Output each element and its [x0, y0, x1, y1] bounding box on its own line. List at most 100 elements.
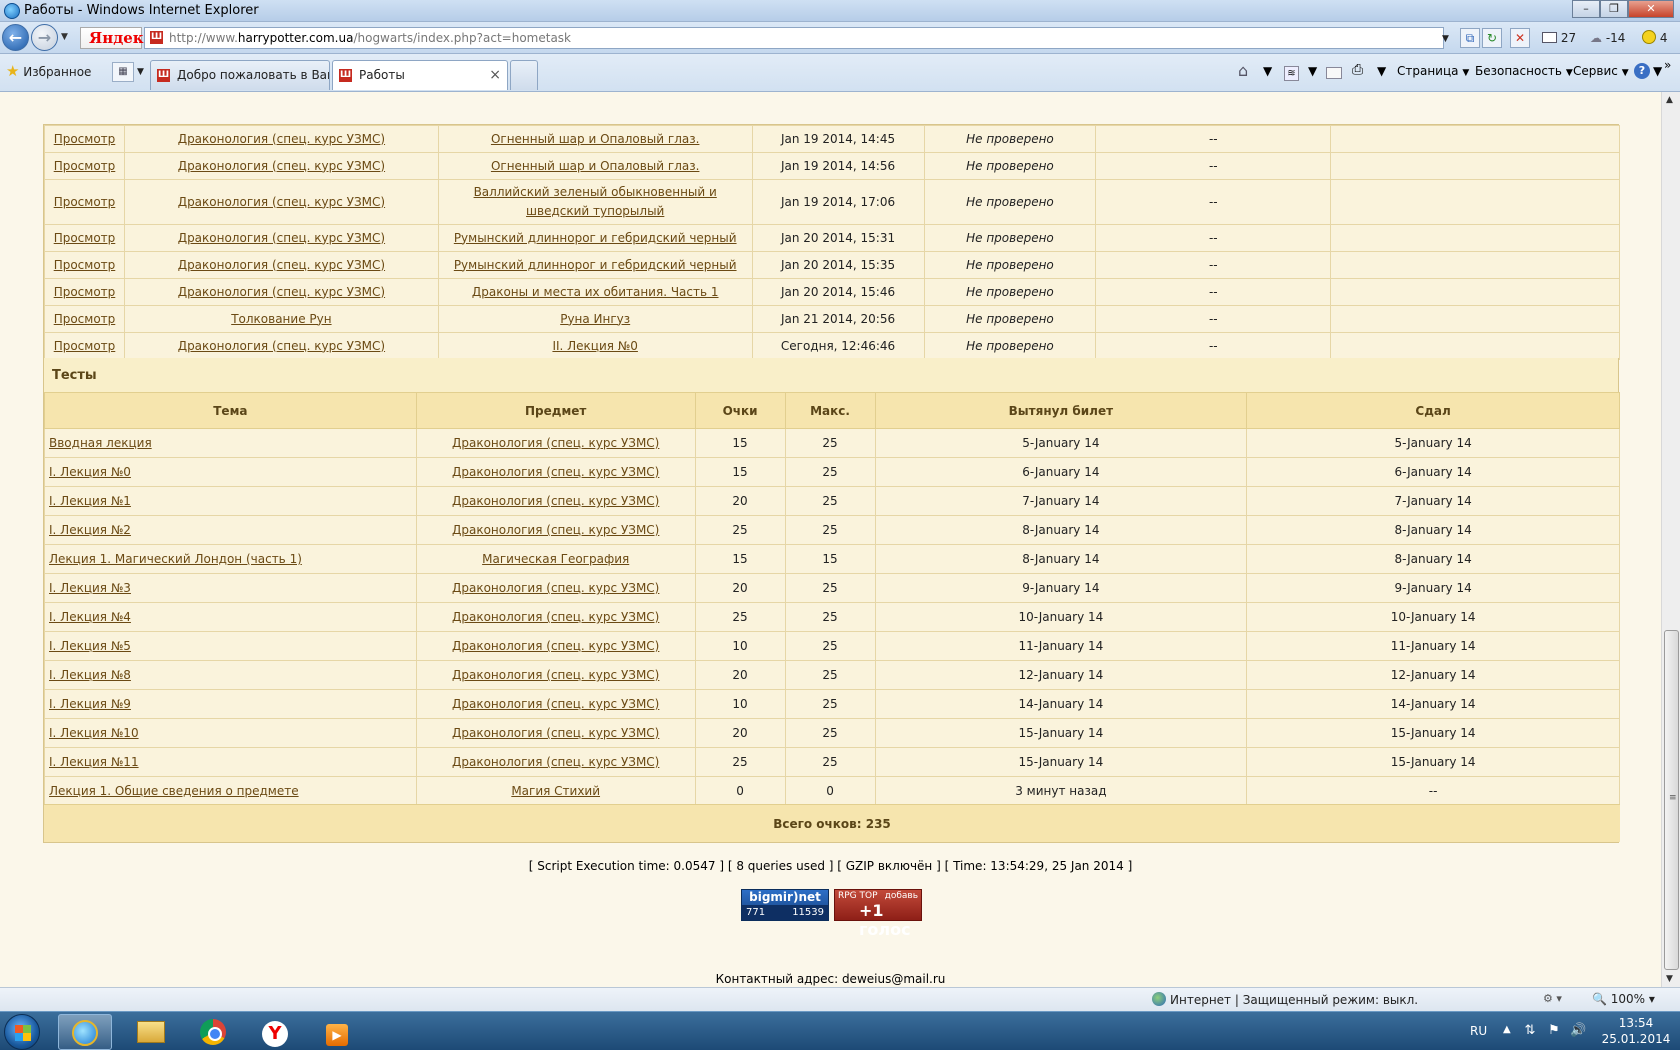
view-link[interactable]: Просмотр	[54, 285, 116, 299]
view-link[interactable]: Просмотр	[54, 312, 116, 326]
test-topic-link[interactable]: I. Лекция №4	[49, 610, 131, 624]
read-mail-icon[interactable]	[1326, 67, 1342, 79]
compat-icon[interactable]: ⧉	[1460, 28, 1480, 48]
yandex-logo[interactable]: Яндекс	[80, 27, 153, 49]
language-indicator[interactable]: RU	[1470, 1024, 1487, 1038]
test-topic-link[interactable]: Лекция 1. Общие сведения о предмете	[49, 784, 299, 798]
security-zone[interactable]: Интернет | Защищенный режим: выкл.	[1152, 992, 1418, 1007]
tools-menu[interactable]: Сервис ▼	[1573, 64, 1629, 78]
topic-link[interactable]: Румынский длиннорог и гебридский черный	[454, 231, 737, 245]
subject-link[interactable]: Драконология (спец. курс УЗМС)	[178, 159, 385, 173]
test-subject-link[interactable]: Драконология (спец. курс УЗМС)	[452, 610, 659, 624]
help-dropdown-icon[interactable]: ▼	[1653, 64, 1662, 78]
test-subject-link[interactable]: Драконология (спец. курс УЗМС)	[452, 726, 659, 740]
subject-link[interactable]: Драконология (спец. курс УЗМС)	[178, 132, 385, 146]
action-center-icon[interactable]: ⚑	[1546, 1023, 1562, 1039]
start-icon[interactable]	[4, 1014, 40, 1050]
topic-link[interactable]: Огненный шар и Опаловый глаз.	[491, 132, 699, 146]
home-icon[interactable]: ⌂	[1238, 61, 1248, 80]
test-subject-link[interactable]: Драконология (спец. курс УЗМС)	[452, 697, 659, 711]
view-link[interactable]: Просмотр	[54, 339, 116, 353]
test-topic-link[interactable]: I. Лекция №1	[49, 494, 131, 508]
test-subject-link[interactable]: Драконология (спец. курс УЗМС)	[452, 465, 659, 479]
safety-menu[interactable]: Безопасность ▼	[1475, 64, 1573, 78]
clock[interactable]: 13:54 25.01.2014	[1598, 1015, 1674, 1047]
view-link[interactable]: Просмотр	[54, 132, 116, 146]
topic-link[interactable]: II. Лекция №0	[552, 339, 637, 353]
tab-list-dropdown-icon[interactable]: ▼	[137, 67, 144, 77]
rpg-top-button[interactable]: RPG TOP добавь +1 голос	[834, 889, 922, 939]
test-topic-link[interactable]: Лекция 1. Магический Лондон (часть 1)	[49, 552, 302, 566]
tab-welcome[interactable]: Ш Добро пожаловать в Ваш...	[150, 60, 330, 90]
view-link[interactable]: Просмотр	[54, 159, 116, 173]
topic-link[interactable]: Огненный шар и Опаловый глаз.	[491, 159, 699, 173]
maximize-button[interactable]: ❐	[1600, 0, 1628, 18]
test-subject-link[interactable]: Магия Стихий	[511, 784, 600, 798]
test-subject-link[interactable]: Драконология (спец. курс УЗМС)	[452, 494, 659, 508]
feed-dropdown-icon[interactable]: ▼	[1308, 64, 1317, 78]
test-subject-link[interactable]: Драконология (спец. курс УЗМС)	[452, 639, 659, 653]
close-tab-icon[interactable]: ×	[489, 61, 501, 89]
taskbar-chrome-button[interactable]	[186, 1014, 240, 1050]
subject-link[interactable]: Драконология (спец. курс УЗМС)	[178, 339, 385, 353]
test-topic-link[interactable]: Вводная лекция	[49, 436, 152, 450]
subject-link[interactable]: Драконология (спец. курс УЗМС)	[178, 285, 385, 299]
test-subject-link[interactable]: Драконология (спец. курс УЗМС)	[452, 755, 659, 769]
test-topic-link[interactable]: I. Лекция №11	[49, 755, 139, 769]
test-topic-link[interactable]: I. Лекция №0	[49, 465, 131, 479]
view-link[interactable]: Просмотр	[54, 231, 116, 245]
test-subject-link[interactable]: Драконология (спец. курс УЗМС)	[452, 668, 659, 682]
taskbar-ie-button[interactable]	[58, 1014, 112, 1050]
network-icon[interactable]: ⇅	[1522, 1023, 1538, 1039]
test-subject-link[interactable]: Драконология (спец. курс УЗМС)	[452, 581, 659, 595]
mail-widget[interactable]: 27	[1542, 28, 1576, 48]
forward-icon[interactable]: →	[31, 24, 58, 51]
scroll-up-icon[interactable]: ▲	[1666, 95, 1673, 105]
subject-link[interactable]: Драконология (спец. курс УЗМС)	[178, 231, 385, 245]
test-topic-link[interactable]: I. Лекция №9	[49, 697, 131, 711]
print-icon[interactable]: ⎙	[1352, 62, 1363, 78]
subject-link[interactable]: Драконология (спец. курс УЗМС)	[178, 195, 385, 209]
volume-icon[interactable]: 🔊	[1570, 1023, 1586, 1039]
weather-widget[interactable]: ☁ -14	[1590, 28, 1625, 48]
view-link[interactable]: Просмотр	[54, 258, 116, 272]
back-icon[interactable]: ←	[2, 24, 29, 51]
topic-link[interactable]: Драконы и места их обитания. Часть 1	[472, 285, 719, 299]
print-dropdown-icon[interactable]: ▼	[1377, 64, 1386, 78]
stop-icon[interactable]: ✕	[1510, 28, 1530, 48]
close-button[interactable]: ✕	[1628, 0, 1674, 18]
topic-link[interactable]: Румынский длиннорог и гебридский черный	[454, 258, 737, 272]
test-subject-link[interactable]: Драконология (спец. курс УЗМС)	[452, 523, 659, 537]
tab-works[interactable]: Ш Работы ×	[332, 60, 508, 90]
protected-mode-icon[interactable]: ⚙ ▾	[1543, 992, 1562, 1005]
test-subject-link[interactable]: Драконология (спец. курс УЗМС)	[452, 436, 659, 450]
topic-link[interactable]: Валлийский зеленый обыкновенный и шведск…	[474, 185, 717, 218]
address-input[interactable]: Ш http://www.harrypotter.com.ua/hogwarts…	[144, 27, 1444, 49]
test-topic-link[interactable]: I. Лекция №5	[49, 639, 131, 653]
minimize-button[interactable]: –	[1572, 0, 1600, 18]
subject-link[interactable]: Драконология (спец. курс УЗМС)	[178, 258, 385, 272]
show-hidden-icons-icon[interactable]: ▲	[1503, 1024, 1511, 1035]
toolbar-overflow-icon[interactable]: »	[1664, 58, 1671, 72]
test-subject-link[interactable]: Магическая География	[482, 552, 629, 566]
help-icon[interactable]: ?	[1634, 63, 1650, 79]
test-topic-link[interactable]: I. Лекция №10	[49, 726, 139, 740]
bigmir-counter[interactable]: bigmir)net 771 11539	[741, 889, 829, 921]
view-link[interactable]: Просмотр	[54, 195, 116, 209]
vertical-scrollbar[interactable]: ▲ ≡ ▼	[1661, 92, 1680, 987]
test-topic-link[interactable]: I. Лекция №8	[49, 668, 131, 682]
scroll-down-icon[interactable]: ▼	[1666, 974, 1673, 984]
url-dropdown-icon[interactable]: ▼	[1442, 34, 1449, 44]
traffic-widget[interactable]: 4	[1642, 28, 1667, 48]
favorites-button[interactable]: ★ Избранное	[6, 62, 91, 80]
zoom-control[interactable]: 🔍 100% ▾	[1592, 992, 1655, 1006]
feed-icon[interactable]: ≋	[1284, 66, 1299, 81]
taskbar-explorer-button[interactable]	[124, 1014, 178, 1050]
quick-tabs-button[interactable]: ▦	[112, 62, 134, 82]
test-topic-link[interactable]: I. Лекция №3	[49, 581, 131, 595]
new-tab-button[interactable]	[510, 60, 538, 90]
taskbar-yandex-browser-button[interactable]: Y	[248, 1014, 302, 1050]
test-topic-link[interactable]: I. Лекция №2	[49, 523, 131, 537]
home-dropdown-icon[interactable]: ▼	[1263, 64, 1272, 78]
history-dropdown-icon[interactable]: ▼	[61, 32, 68, 42]
